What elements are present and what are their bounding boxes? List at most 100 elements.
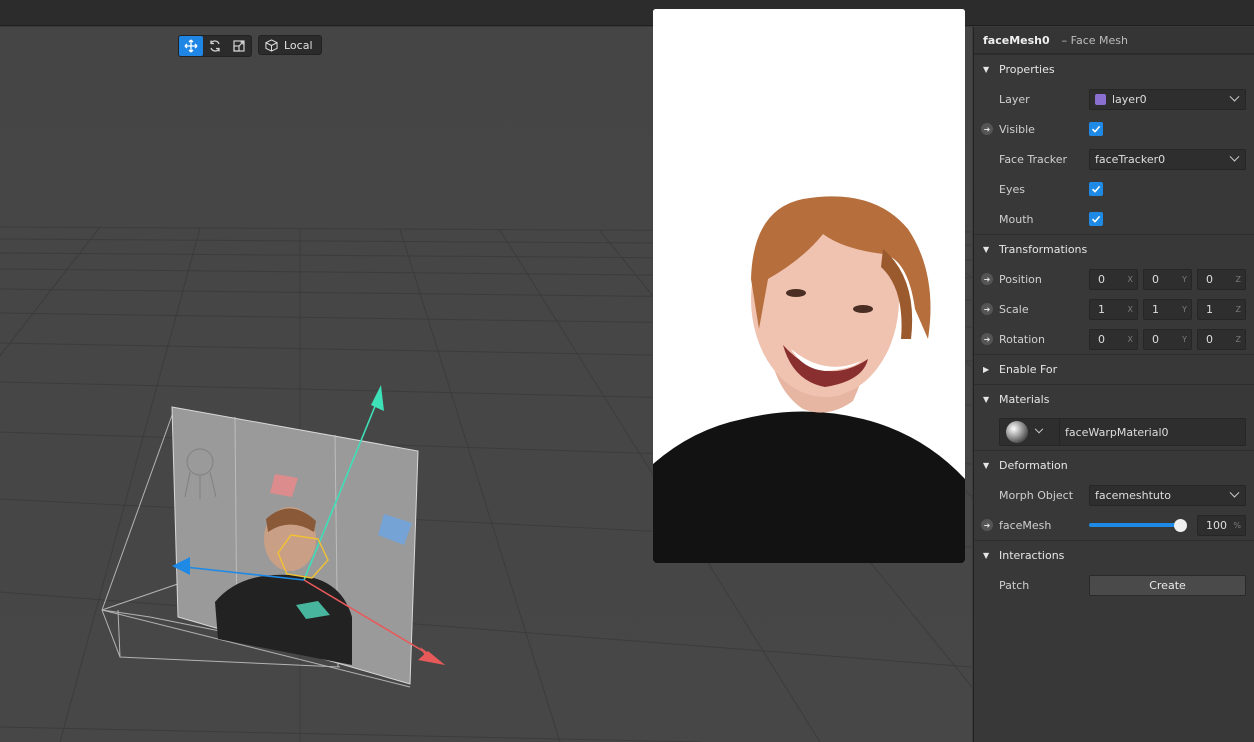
face-mesh-slider[interactable] (1089, 515, 1187, 536)
rotation-y-value: 0 (1152, 332, 1159, 346)
axis-y-label: Y (1182, 334, 1187, 344)
scale-y-field[interactable]: 1Y (1143, 298, 1192, 320)
transform-toolbar: Local (178, 35, 322, 57)
mouth-checkbox[interactable] (1089, 212, 1103, 226)
patch-arrow-icon[interactable]: ➜ (981, 519, 993, 531)
patch-row: Patch Create (974, 570, 1254, 600)
face-tracker-dropdown[interactable]: faceTracker0 (1089, 148, 1246, 170)
expand-triangle-icon: ▶ (983, 365, 990, 374)
section-properties[interactable]: ▼ Properties (974, 54, 1254, 84)
patch-arrow-icon[interactable]: ➜ (981, 273, 993, 285)
layer-color-swatch (1095, 93, 1106, 105)
face-mesh-percent-field[interactable]: 100 % (1197, 514, 1246, 536)
collapse-triangle-icon: ▼ (983, 395, 990, 404)
layer-label: Layer (999, 92, 1030, 106)
collapse-triangle-icon: ▼ (983, 245, 990, 254)
inspector-panel: faceMesh0 – Face Mesh ▼ Properties Layer… (973, 27, 1254, 742)
face-mesh-blend-label: faceMesh (999, 518, 1052, 532)
position-row: ➜ Position 0X 0Y 0Z (974, 264, 1254, 294)
chevron-down-icon (1229, 151, 1240, 162)
section-title: Deformation (999, 459, 1068, 472)
eyes-checkbox[interactable] (1089, 182, 1103, 196)
mouth-label: Mouth (999, 212, 1034, 226)
rotation-y-field[interactable]: 0Y (1143, 328, 1192, 350)
axis-y-label: Y (1182, 304, 1187, 314)
morph-object-value: facemeshtuto (1095, 488, 1171, 502)
position-y-field[interactable]: 0Y (1143, 268, 1192, 290)
axis-x-label: X (1127, 334, 1133, 344)
move-tool-button[interactable] (179, 36, 203, 56)
move-icon (184, 39, 198, 53)
chevron-down-icon (1229, 487, 1240, 498)
scale-fields: 1X 1Y 1Z (1089, 298, 1246, 320)
slider-knob[interactable] (1174, 518, 1187, 532)
material-name: faceWarpMaterial0 (1065, 425, 1169, 439)
position-z-field[interactable]: 0Z (1197, 268, 1246, 290)
visible-checkbox[interactable] (1089, 122, 1103, 136)
scale-row: ➜ Scale 1X 1Y 1Z (974, 294, 1254, 324)
morph-object-label: Morph Object (999, 488, 1074, 502)
checkmark-icon (1091, 125, 1101, 133)
rotate-icon (210, 40, 220, 52)
rotation-x-field[interactable]: 0X (1089, 328, 1138, 350)
rotation-z-field[interactable]: 0Z (1197, 328, 1246, 350)
percent-unit: % (1233, 520, 1241, 530)
mouth-row: Mouth (974, 204, 1254, 234)
section-title: Transformations (999, 243, 1088, 256)
scale-y-value: 1 (1152, 302, 1159, 316)
layer-value: layer0 (1112, 92, 1147, 106)
chevron-down-icon (1034, 424, 1044, 434)
checkmark-icon (1091, 215, 1101, 223)
section-title: Materials (999, 393, 1050, 406)
collapse-triangle-icon: ▼ (983, 461, 990, 470)
create-patch-button[interactable]: Create (1089, 574, 1246, 596)
material-picker[interactable] (1000, 419, 1060, 445)
position-z-value: 0 (1206, 272, 1213, 286)
top-bar (0, 0, 1254, 26)
face-mesh-percent-value: 100 (1206, 518, 1227, 532)
object-name: faceMesh0 (983, 33, 1050, 47)
local-space-label: Local (284, 38, 313, 52)
patch-arrow-icon[interactable]: ➜ (981, 123, 993, 135)
position-label: Position (999, 272, 1042, 286)
section-title: Interactions (999, 549, 1065, 562)
scale-x-value: 1 (1098, 302, 1105, 316)
face-tracker-label: Face Tracker (999, 152, 1068, 166)
scale-z-value: 1 (1206, 302, 1213, 316)
material-slot[interactable]: faceWarpMaterial0 (999, 418, 1246, 446)
section-title: Properties (999, 63, 1055, 76)
rotate-tool-button[interactable] (203, 36, 227, 56)
simulator-preview (653, 9, 965, 563)
checkmark-icon (1091, 185, 1101, 193)
section-materials[interactable]: ▼ Materials (974, 384, 1254, 414)
rotation-z-value: 0 (1206, 332, 1213, 346)
local-space-button[interactable]: Local (258, 35, 322, 55)
transform-tool-group (178, 35, 252, 57)
morph-object-row: Morph Object facemeshtuto (974, 480, 1254, 510)
layer-dropdown[interactable]: layer0 (1089, 88, 1246, 110)
patch-label: Patch (999, 578, 1030, 592)
collapse-triangle-icon: ▼ (983, 65, 990, 74)
axis-x-label: X (1127, 304, 1133, 314)
scale-icon (233, 40, 245, 52)
section-deformation[interactable]: ▼ Deformation (974, 450, 1254, 480)
object-type: – Face Mesh (1061, 33, 1128, 47)
section-interactions[interactable]: ▼ Interactions (974, 540, 1254, 570)
scale-tool-button[interactable] (227, 36, 251, 56)
eyes-label: Eyes (999, 182, 1025, 196)
scale-z-field[interactable]: 1Z (1197, 298, 1246, 320)
section-title: Enable For (999, 363, 1058, 376)
section-transformations[interactable]: ▼ Transformations (974, 234, 1254, 264)
section-enable-for[interactable]: ▶ Enable For (974, 354, 1254, 384)
axis-z-label: Z (1235, 274, 1241, 284)
chevron-down-icon (1229, 91, 1240, 102)
position-x-field[interactable]: 0X (1089, 268, 1138, 290)
patch-arrow-icon[interactable]: ➜ (981, 333, 993, 345)
scale-x-field[interactable]: 1X (1089, 298, 1138, 320)
patch-arrow-icon[interactable]: ➜ (981, 303, 993, 315)
rotation-label: Rotation (999, 332, 1046, 346)
face-tracker-row: Face Tracker faceTracker0 (974, 144, 1254, 174)
preview-person-image (653, 9, 965, 563)
morph-object-dropdown[interactable]: facemeshtuto (1089, 484, 1246, 506)
collapse-triangle-icon: ▼ (983, 551, 990, 560)
